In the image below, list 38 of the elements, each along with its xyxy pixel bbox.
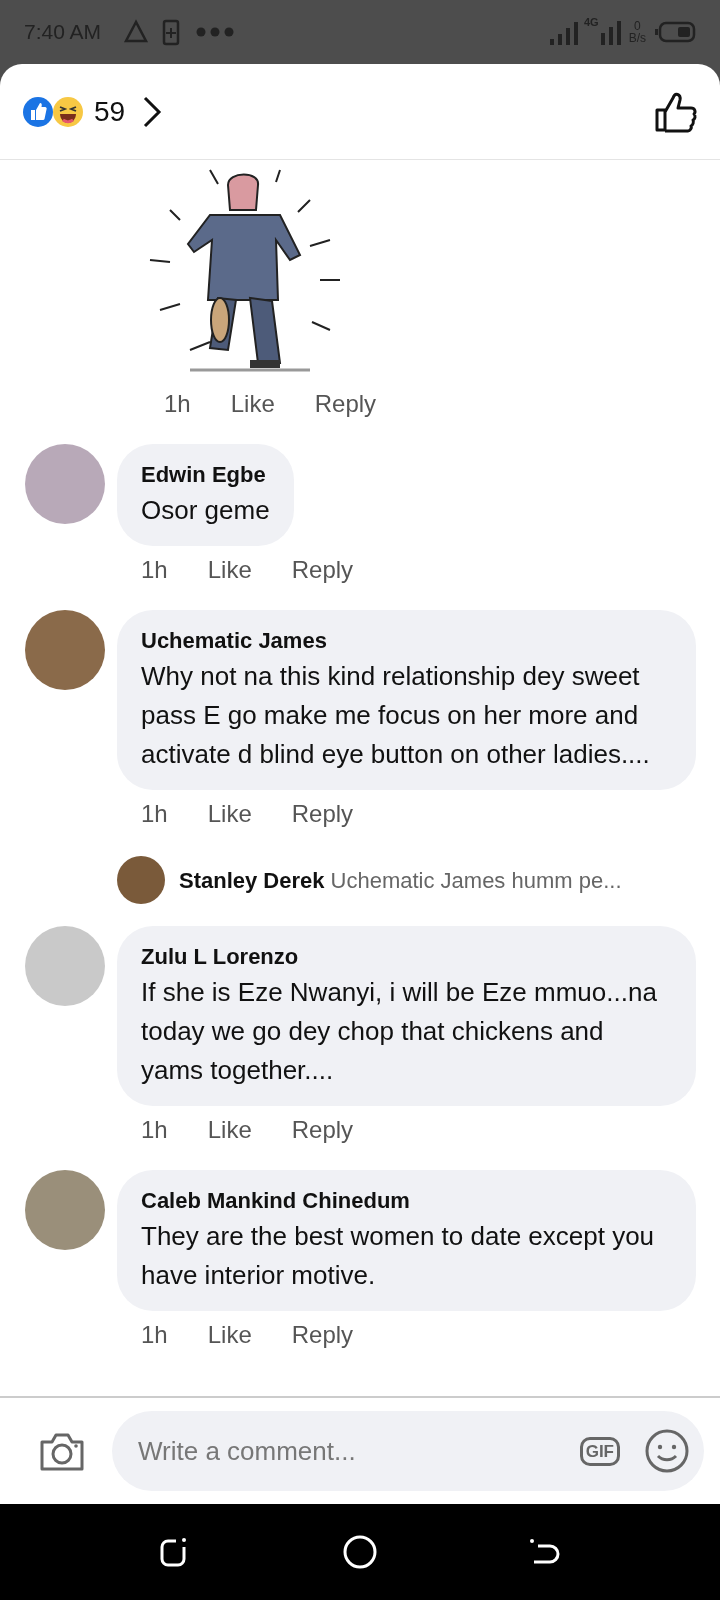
gif-button[interactable]: GIF	[579, 1436, 620, 1466]
like-link[interactable]: Like	[207, 552, 252, 588]
like-link[interactable]: Like	[207, 1317, 252, 1353]
reply-author[interactable]: Stanley Derek	[179, 867, 325, 893]
reply-link[interactable]: Reply	[291, 796, 354, 832]
comment-text: Osor geme	[141, 494, 270, 527]
reply-link[interactable]: Reply	[291, 1317, 354, 1353]
comment-text: If she is Eze Nwanyi, i will be Eze mmuo...na today we go dey chop that chickens and yams together....	[141, 976, 658, 1087]
like-link[interactable]: Like	[207, 1112, 252, 1148]
more-icon	[195, 26, 236, 38]
battery-saver-icon	[161, 17, 182, 47]
like-link[interactable]: Like	[207, 796, 252, 832]
laughing-reaction-icon	[52, 95, 84, 128]
comment-time: 1h	[164, 389, 191, 419]
reply-preview[interactable]: Uchematic James humm pe...	[330, 867, 622, 893]
author-name[interactable]: Uchematic James	[141, 624, 672, 657]
comment-time: 1h	[141, 1115, 168, 1145]
comment-text: They are the best women to date except you have interior motive.	[141, 1220, 656, 1292]
battery-icon	[654, 21, 696, 43]
reply-link[interactable]: Reply	[291, 552, 354, 588]
author-name[interactable]: Caleb Mankind Chinedum	[141, 1184, 672, 1217]
reply-link[interactable]: Reply	[291, 1112, 354, 1148]
author-name[interactable]: Edwin Egbe	[141, 458, 270, 491]
like-reaction-icon	[22, 95, 54, 128]
comment-time: 1h	[141, 799, 168, 829]
reply-link[interactable]: Reply	[314, 386, 377, 422]
signal-icon	[598, 19, 623, 45]
comment-field[interactable]: Write a comment... GIF	[112, 1411, 704, 1491]
comment-time: 1h	[141, 555, 168, 585]
comment-text: Why not na this kind relationship dey sweet pass E go make me focus on her more and activate d blind eye button on other ladies....	[141, 660, 651, 771]
like-link[interactable]: Like	[230, 386, 275, 422]
comment-time: 1h	[141, 1320, 168, 1350]
author-name[interactable]: Zulu L Lorenzo	[141, 940, 672, 973]
emoji-icon[interactable]	[644, 1428, 690, 1474]
reaction-count[interactable]: 59	[94, 90, 126, 133]
home-icon[interactable]	[342, 1534, 378, 1570]
avatar[interactable]	[117, 856, 165, 904]
chevron-right-icon[interactable]	[141, 94, 164, 129]
